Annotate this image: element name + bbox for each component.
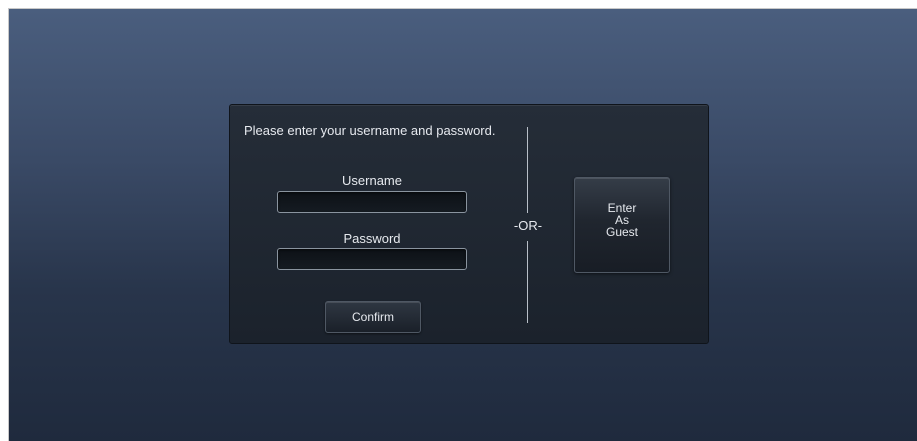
password-input[interactable] (277, 248, 467, 270)
login-panel: Please enter your username and password.… (229, 104, 709, 344)
username-label: Username (342, 173, 402, 188)
app-background: Please enter your username and password.… (8, 8, 917, 441)
password-label: Password (343, 231, 401, 246)
login-prompt: Please enter your username and password. (244, 123, 496, 138)
confirm-button[interactable]: Confirm (325, 301, 421, 333)
enter-as-guest-button[interactable]: Enter As Guest (574, 177, 670, 273)
divider-line-bottom (527, 241, 528, 323)
divider-line-top (527, 127, 528, 213)
or-separator: -OR- (513, 218, 543, 233)
username-input[interactable] (277, 191, 467, 213)
guest-button-label: Enter As Guest (605, 201, 638, 239)
